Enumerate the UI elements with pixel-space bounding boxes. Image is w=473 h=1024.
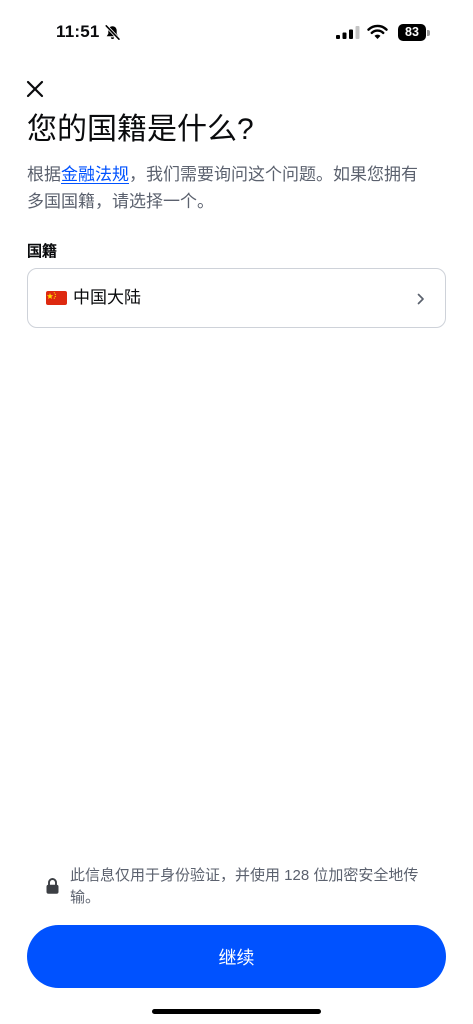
wifi-icon xyxy=(367,24,388,40)
china-flag-icon xyxy=(46,291,67,305)
cellular-signal-icon xyxy=(336,26,360,39)
screen: 11:51 83 您的国籍是什么? 根据金融法规，我们需要询问这个问题。如果您拥… xyxy=(0,0,473,1024)
close-icon xyxy=(26,80,44,98)
continue-button[interactable]: 继续 xyxy=(27,925,446,988)
home-indicator xyxy=(152,1009,321,1014)
close-button[interactable] xyxy=(23,77,47,101)
lock-icon xyxy=(45,877,60,895)
nationality-label: 国籍 xyxy=(27,243,58,260)
chevron-right-icon xyxy=(417,292,425,305)
security-note: 此信息仅用于身份验证，并使用 128 位加密安全地传输。 xyxy=(70,867,419,906)
nationality-value: 中国大陆 xyxy=(73,288,141,307)
status-time: 11:51 xyxy=(56,22,100,41)
bell-slash-icon xyxy=(104,24,121,41)
battery-level: 83 xyxy=(398,24,426,41)
financial-regulations-link[interactable]: 金融法规 xyxy=(61,165,129,184)
battery-nub xyxy=(427,29,430,36)
nationality-select[interactable]: 中国大陆 xyxy=(27,268,446,328)
battery-icon: 83 xyxy=(398,24,431,41)
page-title: 您的国籍是什么? xyxy=(27,113,254,146)
page-subtitle: 根据金融法规，我们需要询问这个问题。如果您拥有多国国籍，请选择一个。 xyxy=(27,161,433,215)
subtitle-text-before: 根据 xyxy=(27,165,61,184)
